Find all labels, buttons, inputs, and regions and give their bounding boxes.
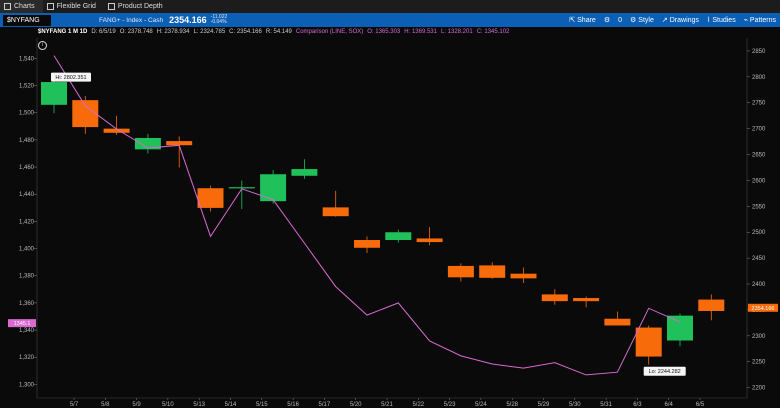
- candle-body: [166, 141, 193, 146]
- left-tick-label: 1,420: [19, 219, 35, 225]
- candle-body: [510, 273, 537, 279]
- candle-body: [573, 298, 600, 302]
- x-tick-label: 5/22: [412, 402, 424, 408]
- candle-body: [416, 238, 443, 243]
- right-tick-label: 2700: [752, 127, 766, 133]
- candle-body: [698, 299, 725, 311]
- x-tick-label: 5/16: [287, 402, 299, 408]
- x-tick-label: 5/15: [256, 402, 268, 408]
- right-tick-label: 2800: [752, 75, 766, 81]
- x-tick-label: 5/10: [162, 402, 174, 408]
- x-tick-label: 5/17: [319, 402, 331, 408]
- left-tick-label: 1,360: [19, 301, 35, 307]
- right-tick-label: 2300: [752, 334, 766, 340]
- candle-body: [354, 240, 380, 248]
- right-tick-label: 2750: [752, 101, 766, 107]
- candle-body: [41, 82, 67, 105]
- high-label: Hi: 2802.351: [55, 75, 86, 81]
- x-tick-label: 5/13: [193, 402, 205, 408]
- right-tick-label: 2400: [752, 282, 766, 288]
- candle-body: [385, 232, 412, 241]
- right-tick-label: 2250: [752, 360, 766, 366]
- low-label: Lo: 2244.282: [649, 369, 681, 375]
- right-tick-label: 2550: [752, 204, 766, 210]
- left-tick-label: 1,460: [19, 165, 35, 171]
- right-tick-label: 2200: [752, 386, 766, 392]
- right-tick-label: 2450: [752, 256, 766, 262]
- x-tick-label: 6/3: [633, 402, 642, 408]
- x-tick-label: 5/24: [475, 402, 487, 408]
- price-chart[interactable]: 1,300 1,320 1,340 1,360 1,380 1,400 1,420 1,440…: [0, 0, 780, 408]
- x-tick-label: 5/21: [381, 402, 393, 408]
- x-tick-label: 5/31: [600, 402, 612, 408]
- x-tick-label: 5/29: [538, 402, 550, 408]
- right-tick-label: 2600: [752, 178, 766, 184]
- candle-body: [72, 100, 99, 128]
- left-tick-label: 1,500: [19, 111, 35, 117]
- x-tick-label: 5/9: [132, 402, 141, 408]
- left-tick-label: 1,540: [19, 56, 35, 62]
- left-tick-label: 1,520: [19, 84, 35, 90]
- candle-body: [197, 188, 224, 208]
- x-tick-label: 6/4: [665, 402, 674, 408]
- left-tick-label: 1,440: [19, 192, 35, 198]
- right-tick-label: 2500: [752, 230, 766, 236]
- left-tick-label: 1,340: [19, 328, 35, 334]
- x-tick-label: 5/30: [569, 402, 581, 408]
- left-tick-label: 1,300: [19, 382, 35, 388]
- x-tick-label: 5/23: [444, 402, 456, 408]
- x-tick-label: 5/7: [70, 402, 79, 408]
- candle-body: [228, 187, 255, 189]
- right-tick-label: 2850: [752, 49, 766, 55]
- candle-body: [541, 294, 568, 302]
- candle-body: [635, 327, 662, 357]
- candle-body: [667, 315, 693, 341]
- last-price-left-label: 1345.1: [14, 321, 31, 327]
- x-tick-label: 6/5: [696, 402, 705, 408]
- left-tick-label: 1,380: [19, 274, 35, 280]
- left-tick-label: 1,320: [19, 355, 35, 361]
- x-tick-label: 5/20: [350, 402, 362, 408]
- last-price-right-label: 2354.166: [752, 306, 775, 312]
- candle-body: [322, 207, 349, 217]
- candle-body: [291, 169, 318, 176]
- candle-body: [604, 318, 631, 326]
- left-tick-label: 1,480: [19, 138, 35, 144]
- left-tick-label: 1,400: [19, 247, 35, 253]
- candle-body: [479, 265, 506, 278]
- comparison-line: [53, 55, 681, 376]
- candle-body: [447, 265, 474, 278]
- right-tick-label: 2650: [752, 153, 766, 159]
- x-tick-label: 5/28: [506, 402, 518, 408]
- x-tick-label: 5/8: [101, 402, 110, 408]
- candle-body: [260, 174, 287, 202]
- x-tick-label: 5/14: [225, 402, 237, 408]
